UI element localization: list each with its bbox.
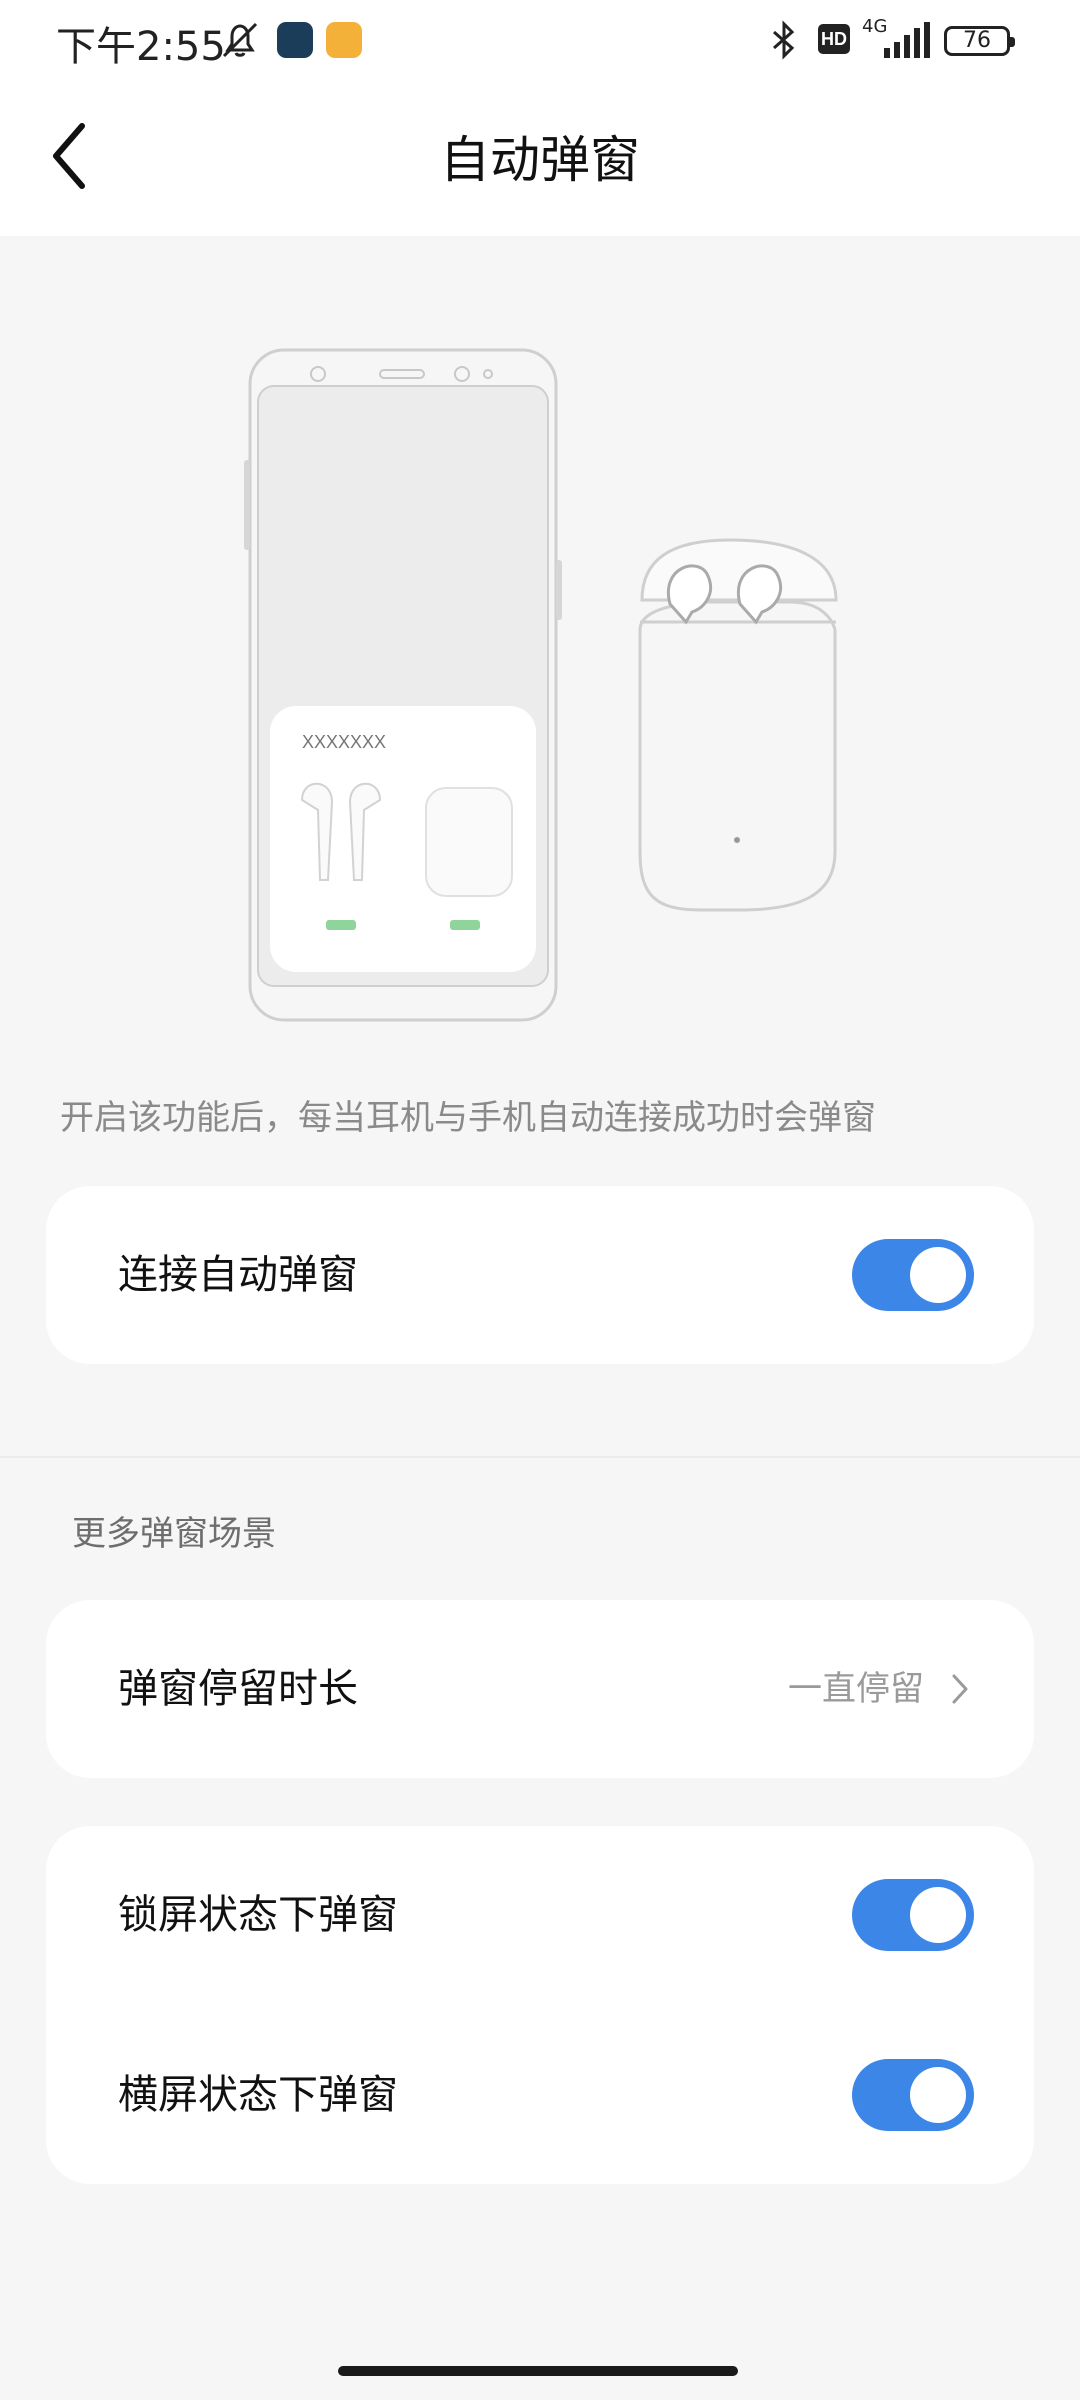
bluetooth-icon: [773, 20, 795, 60]
top-bar: 自动弹窗: [0, 80, 1080, 236]
hd-icon: HD: [818, 24, 850, 54]
lockscreen-label: 锁屏状态下弹窗: [118, 1892, 398, 1938]
feature-description: 开启该功能后，每当耳机与手机自动连接成功时会弹窗: [60, 1098, 876, 1138]
signal-icon: 4G: [862, 16, 932, 60]
duration-card: 弹窗停留时长 一直停留: [46, 1600, 1034, 1778]
toggle-knob: [910, 1887, 966, 1943]
landscape-label: 横屏状态下弹窗: [118, 2072, 398, 2118]
section-title: 更多弹窗场景: [72, 1514, 276, 1554]
popup-device-name: XXXXXXX: [302, 732, 386, 752]
lockscreen-toggle[interactable]: [852, 1879, 974, 1951]
duration-row[interactable]: 弹窗停留时长 一直停留: [46, 1600, 1034, 1778]
toggle-knob: [910, 1247, 966, 1303]
status-time: 下午2:55: [56, 24, 226, 70]
auto-popup-label: 连接自动弹窗: [118, 1252, 358, 1298]
duration-label: 弹窗停留时长: [118, 1666, 358, 1712]
auto-popup-toggle[interactable]: [852, 1239, 974, 1311]
toggle-knob: [910, 2067, 966, 2123]
app-message-icon: [326, 22, 362, 58]
section-divider: [0, 1456, 1080, 1458]
landscape-toggle[interactable]: [852, 2059, 974, 2131]
page-title: 自动弹窗: [440, 131, 640, 189]
app-shield-icon: [277, 22, 313, 58]
scenes-card: 锁屏状态下弹窗 横屏状态下弹窗: [46, 1826, 1034, 2184]
status-bar: 下午2:55 HD 4G 76: [0, 0, 1080, 80]
earbuds-illustration: XXXXXXX: [244, 348, 838, 1022]
duration-value: 一直停留: [788, 1669, 924, 1709]
home-indicator[interactable]: [338, 2366, 738, 2376]
bell-muted-icon: [222, 22, 258, 58]
chevron-right-icon: [952, 1674, 968, 1704]
landscape-row: 横屏状态下弹窗: [46, 2006, 1034, 2184]
lockscreen-row: 锁屏状态下弹窗: [46, 1826, 1034, 2004]
auto-popup-card: 连接自动弹窗: [46, 1186, 1034, 1364]
auto-popup-row: 连接自动弹窗: [46, 1186, 1034, 1364]
battery-icon: 76: [944, 26, 1015, 56]
